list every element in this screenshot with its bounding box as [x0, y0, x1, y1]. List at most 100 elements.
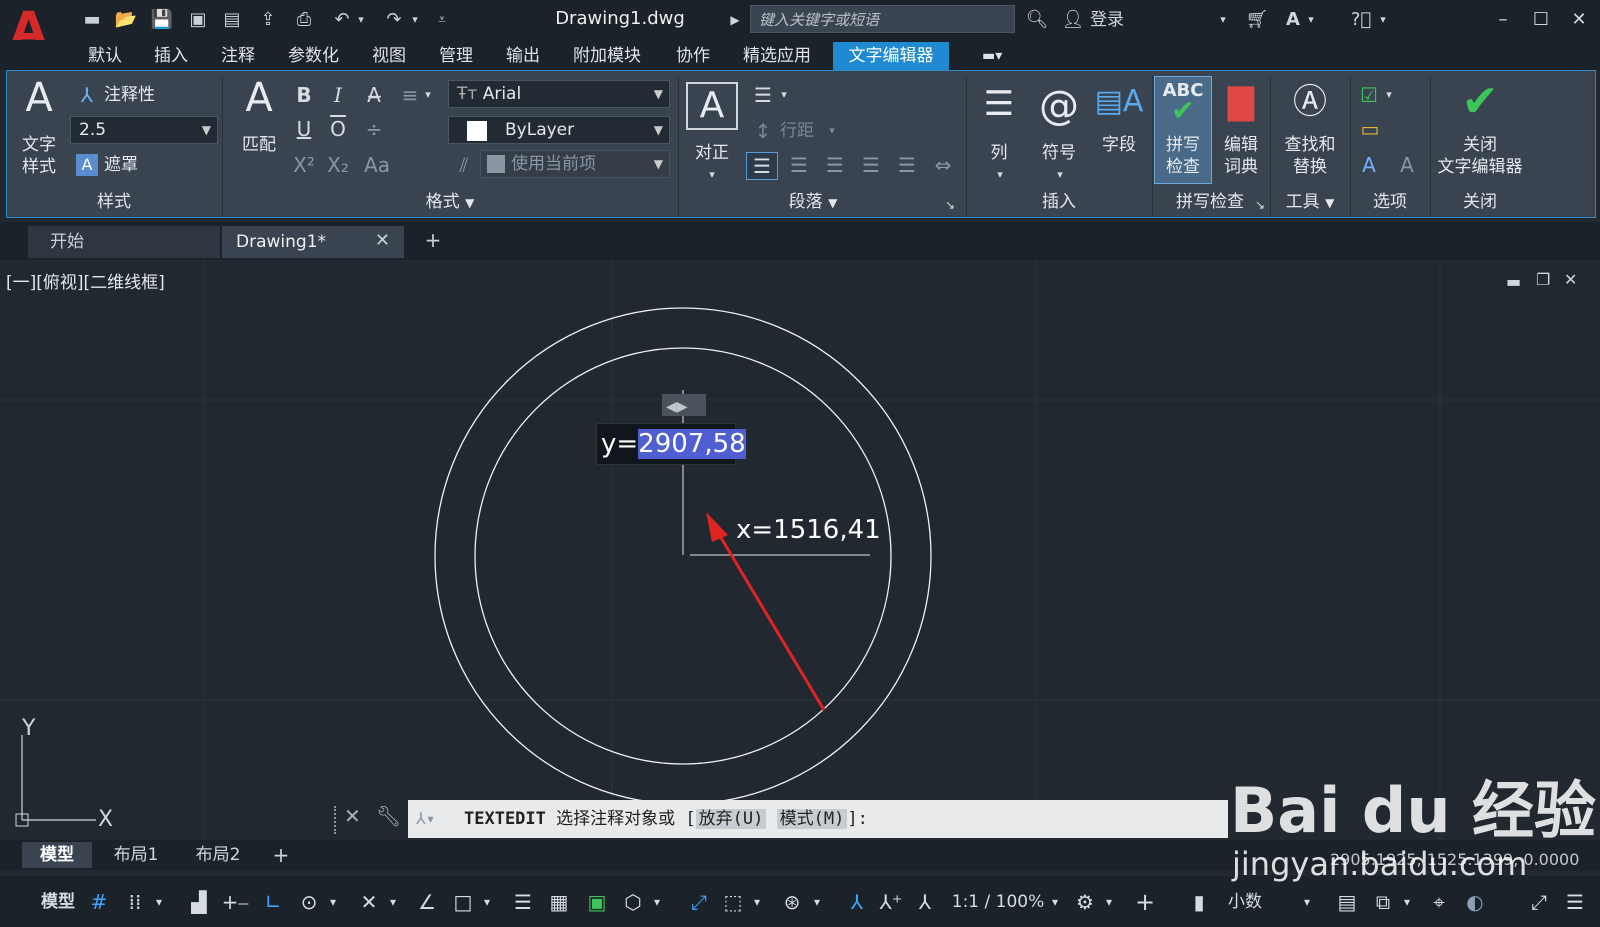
underline-button[interactable]: U [292, 116, 316, 142]
command-line-input[interactable]: ⅄▾ TEXTEDIT 选择注释对象或 [放弃(U) 模式(M)]: [408, 800, 1228, 838]
stack-icon[interactable]: ≡ [398, 82, 422, 108]
annotation-scale-value[interactable]: 1:1 / 100% [948, 888, 1048, 916]
dynamic-input-y[interactable]: y=2907,58 [596, 423, 746, 465]
chevron-right-icon[interactable]: ▶ [728, 8, 742, 32]
annotation-monitor-icon[interactable]: + [1130, 888, 1160, 916]
match-label[interactable]: 匹配 [234, 134, 284, 156]
align-spread-icon[interactable]: ⇔ [928, 152, 958, 178]
close-text-editor-icon[interactable]: ✔ [1452, 80, 1508, 124]
lock-ui-icon[interactable]: ⧉ [1368, 888, 1398, 916]
justify-icon[interactable]: A [686, 82, 738, 130]
tab-insert[interactable]: 插入 [154, 44, 188, 68]
object-snap-tracking-icon[interactable]: ∠ [412, 888, 442, 916]
viewport-minimize-icon[interactable]: ▬ [1506, 272, 1521, 291]
align-left-icon[interactable]: ☰ [746, 152, 778, 180]
bullets-icon[interactable]: ☰ [750, 82, 776, 108]
annotative-icon[interactable]: ⅄ [76, 82, 98, 108]
annotative-label[interactable]: 注释性 [104, 84, 155, 106]
polar-dropdown-icon[interactable]: ▾ [326, 888, 340, 916]
line-spacing-dropdown-icon[interactable]: ▾ [826, 118, 838, 144]
search-input[interactable]: 键入关键字或短语 [750, 5, 1015, 33]
redo-icon[interactable]: ↷ [382, 8, 406, 32]
dynamic-input-icon[interactable]: +⎯ [220, 888, 250, 916]
columns-icon[interactable]: ☰ [974, 82, 1024, 126]
wrench-icon[interactable]: 🔧︎ [376, 804, 401, 828]
line-spacing-label[interactable]: 行距 [780, 120, 814, 142]
viewport-controls-label[interactable]: [一][俯视][二维线框] [6, 268, 165, 293]
3d-osnap-dropdown-icon[interactable]: ▾ [650, 888, 664, 916]
model-space-button[interactable]: 模型 [36, 888, 80, 916]
transparency-icon[interactable]: ▦ [544, 888, 574, 916]
panel-title-paragraph[interactable]: 段落 ▼ [678, 190, 948, 214]
bold-button[interactable]: B [292, 82, 316, 108]
redo-dropdown-icon[interactable]: ▾ [408, 8, 422, 32]
tab-manage[interactable]: 管理 [439, 44, 473, 68]
lineweight-icon[interactable]: ☰ [508, 888, 538, 916]
drawing-svg[interactable]: ◀▶ Y X [0, 260, 1600, 840]
save-as-icon[interactable]: ▣ [186, 8, 210, 32]
units-icon[interactable]: ▮ [1188, 888, 1210, 916]
ribbon-options-icon[interactable]: ▬▾ [982, 44, 1002, 68]
tab-output[interactable]: 输出 [506, 44, 540, 68]
change-case-icon[interactable]: Aa [362, 152, 392, 178]
command-line-grip[interactable] [334, 806, 344, 834]
units-dropdown-icon[interactable]: ▾ [1300, 888, 1314, 916]
subscript-icon[interactable]: X₂ [326, 152, 350, 178]
y-value-selected[interactable]: 2907,58 [638, 429, 746, 459]
align-distribute-icon[interactable]: ☰ [892, 152, 922, 178]
auto-scale-icon[interactable]: ⅄⁺ [876, 888, 906, 916]
text-style-label[interactable]: 文字 样式 [14, 134, 64, 178]
command-close-icon[interactable]: ✕ [344, 804, 361, 828]
filter-dropdown-icon[interactable]: ▾ [750, 888, 764, 916]
layout-tab-layout2[interactable]: 布局2 [180, 842, 256, 868]
tab-parametric[interactable]: 参数化 [288, 44, 339, 68]
panel-title-tools[interactable]: 工具 ▼ [1270, 190, 1350, 214]
columns-dropdown-icon[interactable]: ▾ [990, 162, 1010, 188]
undo-icon[interactable]: ↶ [330, 8, 354, 32]
field-icon[interactable]: ▤A [1094, 80, 1144, 124]
command-option-mode[interactable]: 模式(M) [776, 809, 848, 829]
line-spacing-icon[interactable]: ↕ [750, 118, 776, 144]
annotation-visibility-icon[interactable]: ⅄ [842, 888, 872, 916]
tab-default[interactable]: 默认 [88, 44, 122, 68]
align-center-icon[interactable]: ☰ [784, 152, 814, 178]
ortho-icon[interactable]: ∟ [258, 888, 288, 916]
save-icon[interactable]: 💾 [150, 8, 174, 32]
undo-text-icon[interactable]: A [1356, 152, 1382, 178]
osnap-dropdown-icon[interactable]: ▾ [480, 888, 494, 916]
edit-dictionary-label[interactable]: 编辑 词典 [1214, 134, 1268, 178]
background-combo[interactable]: 使用当前项 ▼ [480, 150, 670, 178]
align-justify-icon[interactable]: ☰ [856, 152, 886, 178]
find-replace-label[interactable]: 查找和 替换 [1272, 134, 1348, 178]
panel-title-format[interactable]: 格式 ▼ [222, 190, 678, 214]
superscript-icon[interactable]: X² [292, 152, 316, 178]
close-text-editor-button[interactable]: 关闭 文字编辑器 [1432, 134, 1528, 178]
object-snap-icon[interactable]: □ [448, 888, 478, 916]
bullets-dropdown-icon[interactable]: ▾ [778, 82, 790, 108]
tab-view[interactable]: 视图 [372, 44, 406, 68]
3d-osnap-icon[interactable]: ⬡ [618, 888, 648, 916]
tab-annotate[interactable]: 注释 [221, 44, 255, 68]
selection-filter-icon[interactable]: ⬚ [718, 888, 748, 916]
open-icon[interactable]: 📂 [114, 8, 138, 32]
gizmo-dropdown-icon[interactable]: ▾ [810, 888, 824, 916]
layout-tab-layout1[interactable]: 布局1 [98, 842, 174, 868]
justify-dropdown-icon[interactable]: ▾ [702, 162, 722, 188]
isolate-objects-icon[interactable]: ⌖ [1424, 888, 1454, 916]
workspace-gear-icon[interactable]: ⚙ [1070, 888, 1100, 916]
publish-icon[interactable]: ▤ [220, 8, 244, 32]
cart-icon[interactable]: 🛒︎ [1244, 8, 1270, 32]
user-icon[interactable]: 👤︎ [1060, 8, 1086, 32]
export-icon[interactable]: ⇪ [256, 8, 280, 32]
units-value[interactable]: 小数 [1220, 888, 1270, 916]
text-height-combo[interactable]: 2.5 ▼ [70, 116, 218, 144]
text-style-icon[interactable]: A [14, 76, 64, 120]
strikethrough-icon[interactable]: A̶ [362, 82, 386, 108]
mask-label[interactable]: 遮罩 [104, 154, 138, 176]
tab-start[interactable]: 开始 [28, 226, 220, 258]
tab-featured-apps[interactable]: 精选应用 [743, 44, 811, 68]
font-combo[interactable]: Ŧᴛ Arial ▼ [448, 80, 670, 108]
gizmo-icon[interactable]: ⊛ [776, 888, 808, 916]
annotation-scale-icon[interactable]: ⅄ [910, 888, 940, 916]
color-combo[interactable]: ByLayer ▼ [448, 116, 670, 144]
